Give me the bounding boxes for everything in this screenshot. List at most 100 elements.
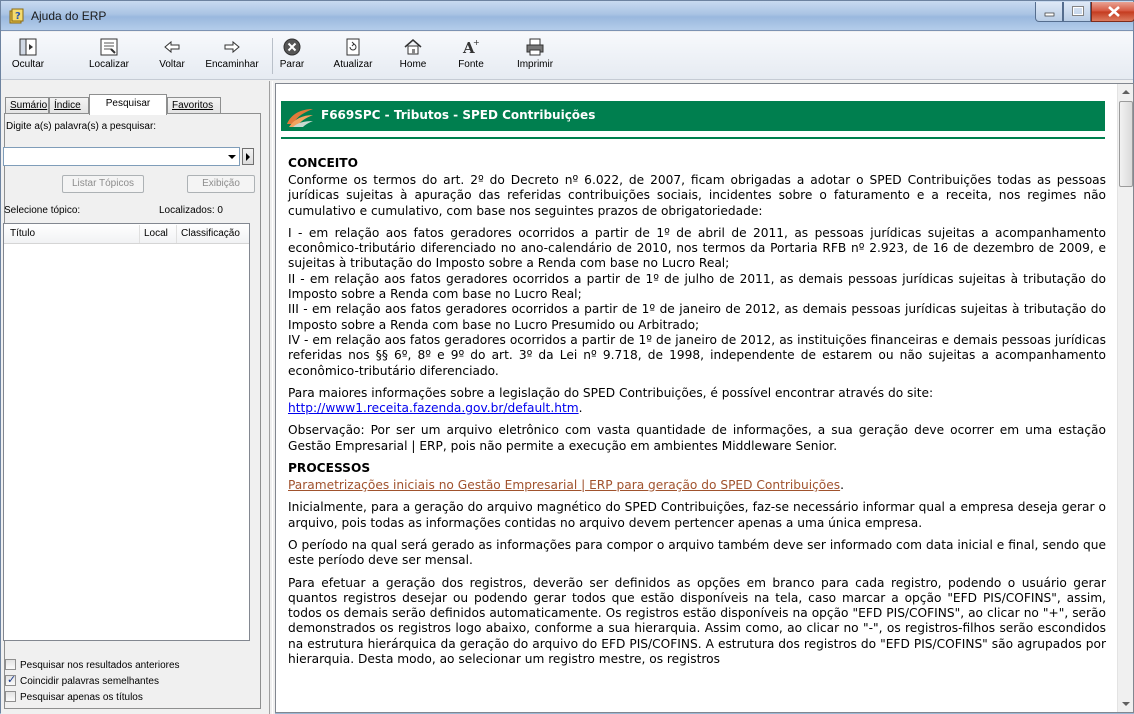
back-button[interactable]: Voltar: [153, 34, 191, 78]
pane-splitter[interactable]: [266, 81, 275, 714]
forward-label: Encaminhar: [205, 59, 259, 70]
found-count: Localizados: 0: [159, 205, 223, 216]
topics-list[interactable]: Título Local Classificação: [3, 223, 250, 641]
option-search-previous[interactable]: Pesquisar nos resultados anteriores: [5, 659, 180, 671]
scroll-thumb[interactable]: [1119, 101, 1133, 187]
tab-search[interactable]: Pesquisar: [89, 94, 167, 115]
tab-contents-label: Sumário: [10, 100, 48, 111]
close-icon: [1108, 6, 1120, 17]
toolbar-separator: [272, 38, 273, 74]
window-title: Ajuda do ERP: [31, 9, 107, 23]
tab-index-label: Índice: [54, 100, 81, 111]
column-divider: [176, 225, 177, 243]
display-button[interactable]: Exibição: [187, 175, 255, 193]
option-match-similar[interactable]: Coincidir palavras semelhantes: [5, 673, 159, 687]
chevron-down-icon[interactable]: [228, 155, 236, 159]
maximize-button[interactable]: [1063, 2, 1091, 22]
column-rank[interactable]: Classificação: [181, 228, 240, 239]
tab-favorites-label: Favoritos: [172, 100, 214, 111]
font-label: Fonte: [458, 59, 484, 70]
tab-contents[interactable]: Sumário: [5, 97, 49, 114]
svg-text:?: ?: [15, 11, 21, 22]
scroll-up-icon[interactable]: [1118, 84, 1133, 100]
maximize-icon: [1072, 6, 1084, 16]
font-icon: A+: [462, 38, 480, 57]
checkbox-search-previous[interactable]: [5, 659, 16, 670]
senior-logo-icon: [287, 109, 313, 127]
home-label: Home: [399, 59, 427, 70]
stop-icon: [283, 38, 301, 56]
option-search-previous-label: Pesquisar nos resultados anteriores: [20, 660, 180, 671]
search-prompt: Digite a(s) palavra(s) a pesquisar:: [6, 121, 157, 132]
search-panel: Digite a(s) palavra(s) a pesquisar: List…: [3, 113, 261, 709]
minimize-button[interactable]: [1035, 2, 1063, 22]
column-title[interactable]: Título: [10, 228, 35, 239]
column-divider: [139, 225, 140, 243]
forward-arrow-icon: [224, 40, 240, 54]
tab-index[interactable]: Índice: [49, 97, 89, 114]
topic-banner: F669SPC - Tributos - SPED Contribuições: [281, 101, 1105, 131]
tab-search-label: Pesquisar: [105, 98, 151, 109]
print-button[interactable]: Imprimir: [513, 34, 557, 78]
locate-icon: [100, 38, 118, 56]
receita-link[interactable]: http://www1.receita.fazenda.gov.br/defau…: [288, 401, 579, 415]
locate-label: Localizar: [88, 59, 130, 70]
paragraph-period: O período na qual será gerado as informa…: [288, 537, 1106, 568]
font-button[interactable]: A + Fonte: [453, 34, 489, 78]
help-window: ? Ajuda do ERP Ocultar Localizar Voltar …: [0, 0, 1134, 714]
home-icon: [404, 39, 422, 55]
back-label: Voltar: [159, 59, 185, 70]
hide-label: Ocultar: [11, 59, 45, 70]
banner-underline: [281, 137, 1105, 139]
print-label: Imprimir: [516, 59, 554, 70]
paragraph-item-4: IV - em relação aos fatos geradores ocor…: [288, 332, 1106, 378]
topic-body: CONCEITO Conforme os termos do art. 2º d…: [288, 156, 1106, 674]
tab-favorites[interactable]: Favoritos: [167, 97, 221, 114]
locate-button[interactable]: Localizar: [83, 34, 135, 78]
stop-button[interactable]: Parar: [277, 34, 307, 78]
refresh-icon: [346, 38, 360, 56]
more-info-text: Para maiores informações sobre a legisla…: [288, 385, 934, 400]
topic-title: F669SPC - Tributos - SPED Contribuições: [321, 108, 596, 122]
paragraph-more-info: Para maiores informações sobre a legisla…: [288, 386, 1106, 417]
list-topics-button[interactable]: Listar Tópicos: [62, 175, 144, 193]
vertical-scrollbar[interactable]: [1117, 84, 1133, 712]
search-operators-button[interactable]: [242, 148, 254, 165]
help-app-icon: ?: [9, 8, 24, 24]
column-location[interactable]: Local: [144, 228, 168, 239]
param-link-suffix: .: [840, 478, 844, 493]
checkbox-titles-only[interactable]: [5, 691, 16, 702]
paragraph-item-1: I - em relação aos fatos geradores ocorr…: [288, 225, 1106, 271]
scroll-down-icon[interactable]: [1118, 696, 1133, 712]
home-button[interactable]: Home: [393, 34, 433, 78]
initial-parameters-link[interactable]: Parametrizações iniciais no Gestão Empre…: [288, 478, 840, 492]
forward-button[interactable]: Encaminhar: [201, 34, 263, 78]
checkbox-match-similar[interactable]: [5, 673, 16, 686]
toolbar: Ocultar Localizar Voltar Encaminhar Para…: [1, 32, 1133, 80]
search-combobox[interactable]: [3, 147, 240, 166]
svg-text:+: +: [473, 38, 480, 47]
stop-label: Parar: [279, 59, 305, 70]
refresh-button[interactable]: Atualizar: [329, 34, 377, 78]
receita-link-suffix: .: [578, 401, 583, 416]
paragraph-item-2: II - em relação aos fatos geradores ocor…: [288, 271, 1106, 302]
paragraph-initial: Inicialmente, para a geração do arquivo …: [288, 500, 1106, 530]
title-bar: ? Ajuda do ERP: [1, 1, 1134, 31]
paragraph-item-3: III - em relação aos fatos geradores oco…: [288, 302, 1106, 332]
option-match-similar-label: Coincidir palavras semelhantes: [20, 676, 159, 687]
refresh-label: Atualizar: [333, 59, 373, 70]
close-button[interactable]: [1091, 2, 1134, 22]
option-titles-only[interactable]: Pesquisar apenas os títulos: [5, 691, 143, 703]
paragraph-records: Para efetuar a geração dos registros, de…: [288, 575, 1106, 667]
option-titles-only-label: Pesquisar apenas os títulos: [20, 692, 143, 703]
paragraph-param-link: Parametrizações iniciais no Gestão Empre…: [288, 478, 1106, 493]
minimize-icon: [1044, 12, 1055, 17]
print-icon: [526, 38, 544, 56]
back-arrow-icon: [164, 40, 180, 54]
paragraph-observation: Observação: Por ser um arquivo eletrônic…: [288, 423, 1106, 453]
paragraph-intro: Conforme os termos do art. 2º do Decreto…: [288, 173, 1106, 218]
section-processes-heading: PROCESSOS: [288, 461, 371, 476]
hide-pane-icon: [19, 38, 37, 56]
hide-button[interactable]: Ocultar: [5, 34, 51, 78]
topic-content: F669SPC - Tributos - SPED Contribuições …: [276, 84, 1118, 712]
